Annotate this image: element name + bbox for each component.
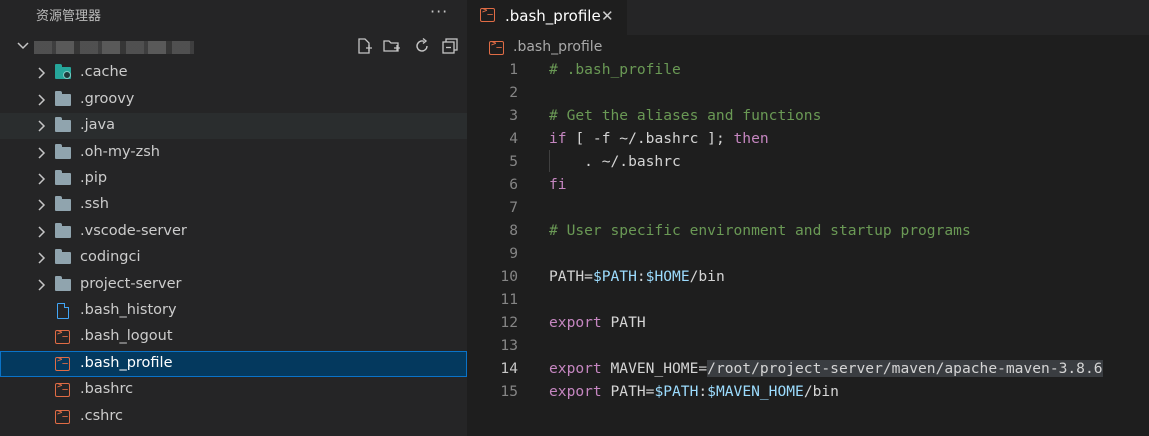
tree-item-vscode-server[interactable]: .vscode-server bbox=[0, 219, 467, 245]
close-icon[interactable]: ✕ bbox=[601, 7, 614, 25]
tree-item-oh-my-zsh[interactable]: .oh-my-zsh bbox=[0, 140, 467, 166]
tree-item-label: .pip bbox=[80, 170, 108, 186]
code-line: 13 bbox=[500, 337, 518, 354]
refresh-icon[interactable] bbox=[413, 37, 431, 55]
workspace-root[interactable] bbox=[0, 35, 467, 59]
tree-item-groovy[interactable]: .groovy bbox=[0, 87, 467, 113]
code-line: 5 . ~/.bashrc bbox=[509, 153, 681, 170]
chevron-right-icon[interactable] bbox=[34, 251, 48, 265]
collapse-all-icon[interactable] bbox=[441, 37, 459, 55]
code-line: 11 bbox=[500, 291, 518, 308]
terminal-file-icon bbox=[55, 355, 71, 372]
tree-item-label: .java bbox=[80, 117, 115, 133]
folder-icon bbox=[55, 91, 71, 108]
code-line: 2 bbox=[509, 84, 518, 101]
folder-icon bbox=[55, 196, 71, 213]
tree-item-java[interactable]: .java bbox=[0, 113, 467, 139]
code-line: 10 PATH=$PATH:$HOME/bin bbox=[500, 268, 725, 285]
tree-item-bash-profile[interactable]: .bash_profile bbox=[0, 351, 467, 377]
tree-item-label: project-server bbox=[80, 276, 182, 292]
chevron-right-icon[interactable] bbox=[34, 119, 48, 133]
terminal-file-icon bbox=[480, 6, 496, 23]
explorer-sidebar: 资源管理器 ··· .cache .groovy .java .oh-my-zs… bbox=[0, 0, 467, 436]
code-line: 3 # Get the aliases and functions bbox=[509, 107, 822, 124]
indent-guide bbox=[549, 150, 550, 172]
code-line: 7 bbox=[509, 199, 518, 216]
folder-icon bbox=[55, 170, 71, 187]
explorer-header: 资源管理器 ··· bbox=[0, 0, 467, 28]
folder-icon bbox=[55, 117, 71, 134]
code-line: 6 fi bbox=[509, 176, 567, 193]
new-file-icon[interactable] bbox=[355, 37, 373, 55]
chevron-right-icon[interactable] bbox=[34, 146, 48, 160]
workspace-name-blurred bbox=[34, 41, 194, 54]
tree-item-label: .bash_logout bbox=[80, 328, 173, 344]
tab-label: .bash_profile bbox=[505, 7, 601, 25]
tree-item-bash-history[interactable]: .bash_history bbox=[0, 298, 467, 324]
explorer-title: 资源管理器 bbox=[36, 9, 102, 24]
tree-item-label: .bash_profile bbox=[80, 355, 173, 371]
tree-item-label: codingci bbox=[80, 249, 141, 265]
chevron-down-icon[interactable] bbox=[16, 39, 30, 53]
tree-item-label: .cache bbox=[80, 64, 128, 80]
folder-icon bbox=[55, 276, 71, 293]
folder-icon bbox=[55, 144, 71, 161]
code-line: 4 if [ -f ~/.bashrc ]; then bbox=[509, 130, 769, 147]
chevron-right-icon[interactable] bbox=[34, 66, 48, 80]
tab-bar: .bash_profile ✕ bbox=[467, 0, 1149, 35]
tree-item-label: .bashrc bbox=[80, 381, 134, 397]
tab-bash-profile[interactable]: .bash_profile ✕ bbox=[467, 0, 627, 35]
code-line-current: 14 export MAVEN_HOME=/root/project-server… bbox=[500, 360, 1103, 377]
chevron-right-icon[interactable] bbox=[34, 198, 48, 212]
code-line: 15 export PATH=$PATH:$MAVEN_HOME/bin bbox=[500, 383, 839, 400]
terminal-file-icon bbox=[55, 408, 71, 425]
code-line: 9 bbox=[509, 245, 518, 262]
tree-item-pip[interactable]: .pip bbox=[0, 166, 467, 192]
tree-item-label: .bash_history bbox=[80, 302, 177, 318]
file-icon bbox=[55, 303, 71, 319]
chevron-right-icon[interactable] bbox=[34, 225, 48, 239]
tree-item-label: .cshrc bbox=[80, 408, 123, 424]
tree-item-cache[interactable]: .cache bbox=[0, 60, 467, 86]
cache-folder-icon bbox=[55, 64, 71, 81]
breadcrumb: .bash_profile bbox=[467, 35, 1149, 59]
chevron-right-icon[interactable] bbox=[34, 93, 48, 107]
tree-item-ssh[interactable]: .ssh bbox=[0, 192, 467, 218]
new-folder-icon[interactable] bbox=[383, 37, 401, 55]
chevron-right-icon[interactable] bbox=[34, 172, 48, 186]
more-actions-icon[interactable]: ··· bbox=[430, 2, 448, 21]
editor-area: .bash_profile ✕ .bash_profile 1# .bash_p… bbox=[467, 0, 1149, 436]
code-line: 12 export PATH bbox=[500, 314, 646, 331]
code-line: 1 # .bash_profile bbox=[509, 61, 681, 78]
folder-icon bbox=[55, 249, 71, 266]
tree-item-bash-logout[interactable]: .bash_logout bbox=[0, 324, 467, 350]
tree-item-cshrc[interactable]: .cshrc bbox=[0, 404, 467, 430]
terminal-file-icon bbox=[55, 328, 71, 345]
chevron-right-icon[interactable] bbox=[34, 278, 48, 292]
tree-item-project-server[interactable]: project-server bbox=[0, 272, 467, 298]
code-line: 8 # User specific environment and startup… bbox=[509, 222, 971, 239]
terminal-file-icon bbox=[55, 381, 71, 398]
tree-item-codingci[interactable]: codingci bbox=[0, 245, 467, 271]
tree-item-bashrc[interactable]: .bashrc bbox=[0, 377, 467, 403]
tree-item-label: .groovy bbox=[80, 91, 135, 107]
tree-item-label: .vscode-server bbox=[80, 223, 187, 239]
folder-icon bbox=[55, 223, 71, 240]
tree-item-label: .ssh bbox=[80, 196, 109, 212]
terminal-file-icon bbox=[489, 39, 505, 56]
tree-item-label: .oh-my-zsh bbox=[80, 144, 160, 160]
breadcrumb-item[interactable]: .bash_profile bbox=[513, 39, 602, 55]
